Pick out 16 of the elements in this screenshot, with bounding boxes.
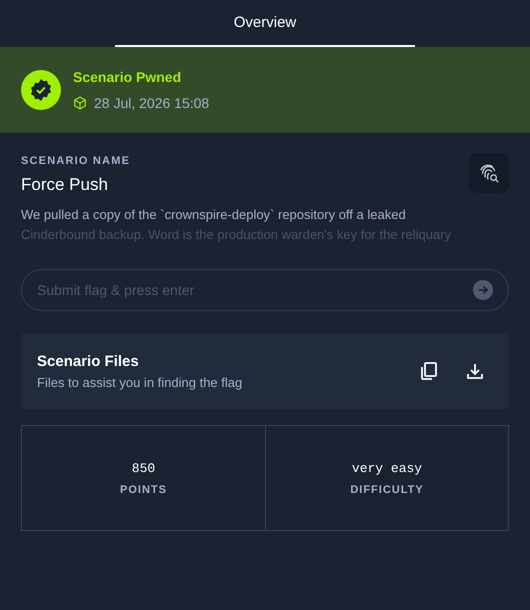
fingerprint-search-icon [478, 162, 500, 184]
timestamp: 28 Jul, 2026 15:08 [94, 95, 210, 111]
verified-badge-icon [21, 70, 61, 110]
description-line: We pulled a copy of the `crownspire-deploy` repository off a leaked [21, 206, 407, 224]
files-title: Scenario Files [37, 352, 140, 370]
stat-value: 850 [132, 460, 156, 476]
stat-value: very easy [352, 460, 422, 476]
cube-icon [73, 96, 87, 110]
stat-label: POINTS [120, 484, 167, 496]
flag-input-field[interactable]: Submit flag & press enter [21, 269, 509, 311]
scenario-name: Force Push [21, 175, 109, 195]
fingerprint-search-button[interactable] [469, 153, 509, 193]
stat-label: DIFFICULTY [350, 484, 424, 496]
section-label: SCENARIO NAME [21, 155, 130, 167]
status-title: Scenario Pwned [73, 69, 182, 85]
files-subtitle: Files to assist you in finding the flag [37, 374, 242, 390]
